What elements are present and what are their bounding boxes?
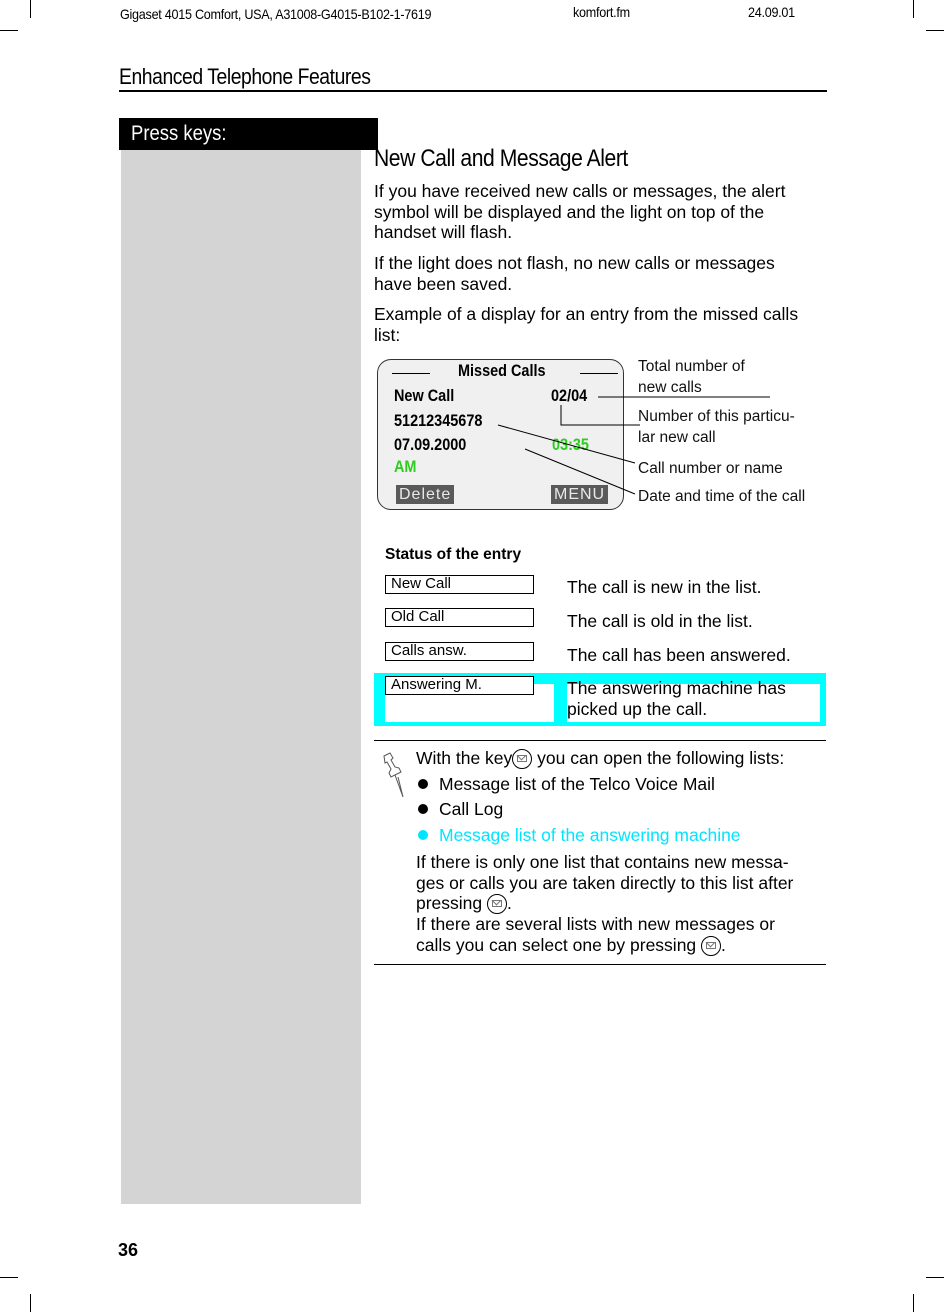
message-key-icon[interactable] bbox=[701, 935, 722, 956]
note-rule-top bbox=[374, 740, 826, 742]
note-item-telco-voice-mail: Message list of the Telco Voice Mail bbox=[418, 774, 715, 795]
crop-mark bbox=[0, 1277, 18, 1278]
callout-line: Total number of bbox=[638, 358, 745, 375]
list-item-text: Message list of the answering machine bbox=[439, 825, 741, 845]
crop-mark bbox=[926, 30, 944, 31]
press-keys-label: Press keys: bbox=[119, 118, 378, 150]
doc-date: 24.09.01 bbox=[748, 4, 795, 20]
text-fragment: calls you can select one by pressing bbox=[416, 934, 702, 955]
text-line: symbol will be displayed and the light o… bbox=[374, 201, 765, 222]
note-item-call-log: Call Log bbox=[418, 799, 503, 820]
text-line: picked up the call. bbox=[567, 699, 708, 719]
text-fragment: . bbox=[507, 893, 512, 913]
status-label-calls-answ: Calls answ. bbox=[385, 642, 534, 661]
text-line: The answering machine has bbox=[567, 678, 786, 698]
text-line: If there are several lists with new mess… bbox=[416, 914, 775, 934]
text-line: If there is only one list that contains … bbox=[416, 852, 789, 872]
page-heading: New Call and Message Alert bbox=[374, 145, 628, 172]
note-rule-bottom bbox=[374, 964, 826, 966]
status-desc-new-call: The call is new in the list. bbox=[567, 577, 762, 597]
note-intro: With the key you can open the following … bbox=[416, 748, 784, 769]
leader-datetime bbox=[524, 448, 636, 495]
text-line: list: bbox=[374, 324, 401, 345]
callout-this-call: Number of this particu- lar new call bbox=[638, 406, 795, 448]
paragraph-alert: If you have received new calls or messag… bbox=[374, 181, 829, 243]
callout-total: Total number of new calls bbox=[638, 356, 745, 398]
note-paragraph-single-list: If there is only one list that contains … bbox=[416, 852, 793, 956]
callout-number: Call number or name bbox=[638, 460, 783, 477]
crop-mark bbox=[926, 1277, 944, 1278]
note-item-answering-machine: Message list of the answering machine bbox=[418, 825, 741, 846]
text-fragment: pressing bbox=[416, 893, 488, 913]
callout-line: new calls bbox=[638, 379, 702, 396]
bullet-icon bbox=[418, 804, 428, 814]
section-rule bbox=[119, 90, 827, 92]
text-line: If you have received new calls or messag… bbox=[374, 181, 786, 201]
leader-number bbox=[497, 424, 636, 464]
paragraph-example: Example of a display for an entry from t… bbox=[374, 304, 829, 345]
crop-mark bbox=[913, 0, 914, 18]
text-line: have been saved. bbox=[374, 273, 513, 294]
status-label-old-call: Old Call bbox=[385, 608, 534, 627]
status-desc-answering-m: The answering machine has picked up the … bbox=[567, 678, 786, 720]
bullet-icon bbox=[418, 779, 428, 789]
status-desc-old-call: The call is old in the list. bbox=[567, 611, 753, 631]
text-line: pressing . bbox=[416, 893, 793, 914]
page-number: 36 bbox=[118, 1240, 139, 1260]
crop-mark bbox=[30, 1294, 31, 1312]
status-label-answering-m: Answering M. bbox=[385, 676, 534, 695]
list-item-text: Call Log bbox=[439, 799, 504, 819]
list-item-text: Message list of the Telco Voice Mail bbox=[439, 774, 715, 794]
status-label-new-call: New Call bbox=[385, 575, 534, 594]
callout-datetime: Date and time of the call bbox=[638, 488, 806, 505]
callout-line: lar new call bbox=[638, 429, 716, 446]
text-line: Example of a display for an entry from t… bbox=[374, 304, 799, 324]
crop-mark bbox=[30, 0, 31, 18]
status-heading: Status of the entry bbox=[385, 546, 522, 563]
text-line: ges or calls you are taken directly to t… bbox=[416, 872, 794, 893]
section-title: Enhanced Telephone Features bbox=[119, 64, 371, 89]
note-intro-text: With the key bbox=[416, 748, 513, 768]
crop-mark bbox=[0, 30, 18, 31]
text-line: If the light does not flash, no new call… bbox=[374, 253, 775, 273]
pushpin-icon bbox=[383, 752, 404, 798]
callout-line: Number of this particu- bbox=[638, 408, 795, 425]
bullet-icon bbox=[418, 830, 428, 840]
file-name: komfort.fm bbox=[573, 4, 630, 20]
text-line: handset will flash. bbox=[374, 222, 513, 242]
crop-mark bbox=[913, 1294, 914, 1312]
doc-info: Gigaset 4015 Comfort, USA, A31008-G4015-… bbox=[120, 6, 432, 22]
status-desc-calls-answ: The call has been answered. bbox=[567, 645, 791, 665]
press-keys-text: Press keys: bbox=[131, 122, 227, 145]
note-intro-text: you can open the following lists: bbox=[532, 748, 785, 768]
message-key-icon[interactable] bbox=[487, 894, 508, 914]
text-fragment: . bbox=[721, 934, 726, 955]
paragraph-no-flash: If the light does not flash, no new call… bbox=[374, 253, 829, 294]
message-key-icon[interactable] bbox=[512, 749, 533, 769]
leader-this-call bbox=[560, 405, 640, 426]
text-line: calls you can select one by pressing . bbox=[416, 935, 793, 956]
press-keys-column bbox=[121, 150, 361, 1204]
